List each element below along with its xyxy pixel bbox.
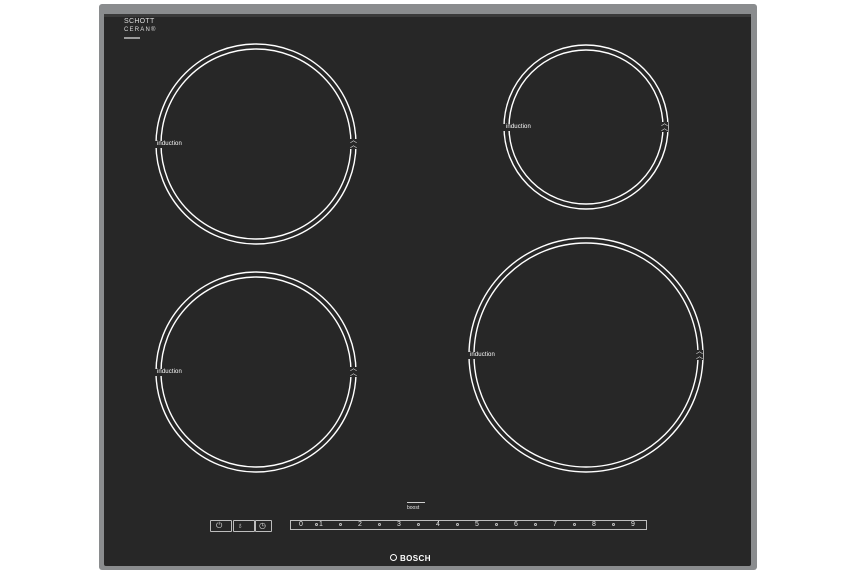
zone-label-rear-right: induction [506, 124, 531, 130]
level-dot [456, 523, 459, 526]
chevron-up-icon: ︿ ︿ [350, 365, 357, 377]
level-0[interactable]: 0 [297, 519, 305, 530]
bosch-logo-icon [390, 554, 397, 561]
level-2[interactable]: 2 [356, 519, 364, 530]
boost-label: boost [407, 505, 420, 511]
chevron-up-icon: ︿ ︿ [696, 348, 703, 360]
level-dot [417, 523, 420, 526]
power-button[interactable]: ⏻ [210, 520, 232, 532]
level-dot [378, 523, 381, 526]
zone-label-front-left: induction [157, 369, 182, 375]
power-level-slider[interactable]: 0 1 2 3 4 5 6 7 8 9 [290, 519, 647, 531]
level-9[interactable]: 9 [629, 519, 637, 530]
schott-ceran-logo: SCHOTT CERAN® [124, 18, 157, 39]
logo-underline [124, 37, 140, 39]
glass-edge-highlight [104, 14, 751, 17]
child-lock-button[interactable]: ♁ [233, 520, 255, 532]
lock-icon: ♁ [237, 521, 243, 530]
timer-button[interactable]: ◷ [255, 520, 272, 532]
manufacturer-logo: BOSCH [400, 554, 431, 563]
level-dot [339, 523, 342, 526]
zone-label-rear-left: induction [157, 141, 182, 147]
boost-indicator-bar [407, 502, 425, 503]
level-8[interactable]: 8 [590, 519, 598, 530]
level-3[interactable]: 3 [395, 519, 403, 530]
logo-line-1: SCHOTT [124, 18, 155, 25]
level-dot [534, 523, 537, 526]
ceramic-glass-surface [104, 14, 751, 566]
logo-line-2: CERAN® [124, 27, 157, 33]
level-6[interactable]: 6 [512, 519, 520, 530]
zone-label-front-right: induction [470, 352, 495, 358]
chevron-up-icon: ︿ ︿ [350, 137, 357, 149]
level-7[interactable]: 7 [551, 519, 559, 530]
boost-button[interactable]: boost [407, 502, 425, 512]
level-dot [612, 523, 615, 526]
level-dot [573, 523, 576, 526]
timer-icon: ◷ [259, 521, 266, 530]
level-1[interactable]: 1 [317, 519, 325, 530]
chevron-up-icon: ︿ ︿ [661, 120, 668, 132]
level-4[interactable]: 4 [434, 519, 442, 530]
level-dot [495, 523, 498, 526]
level-5[interactable]: 5 [473, 519, 481, 530]
power-icon: ⏻ [216, 521, 223, 530]
